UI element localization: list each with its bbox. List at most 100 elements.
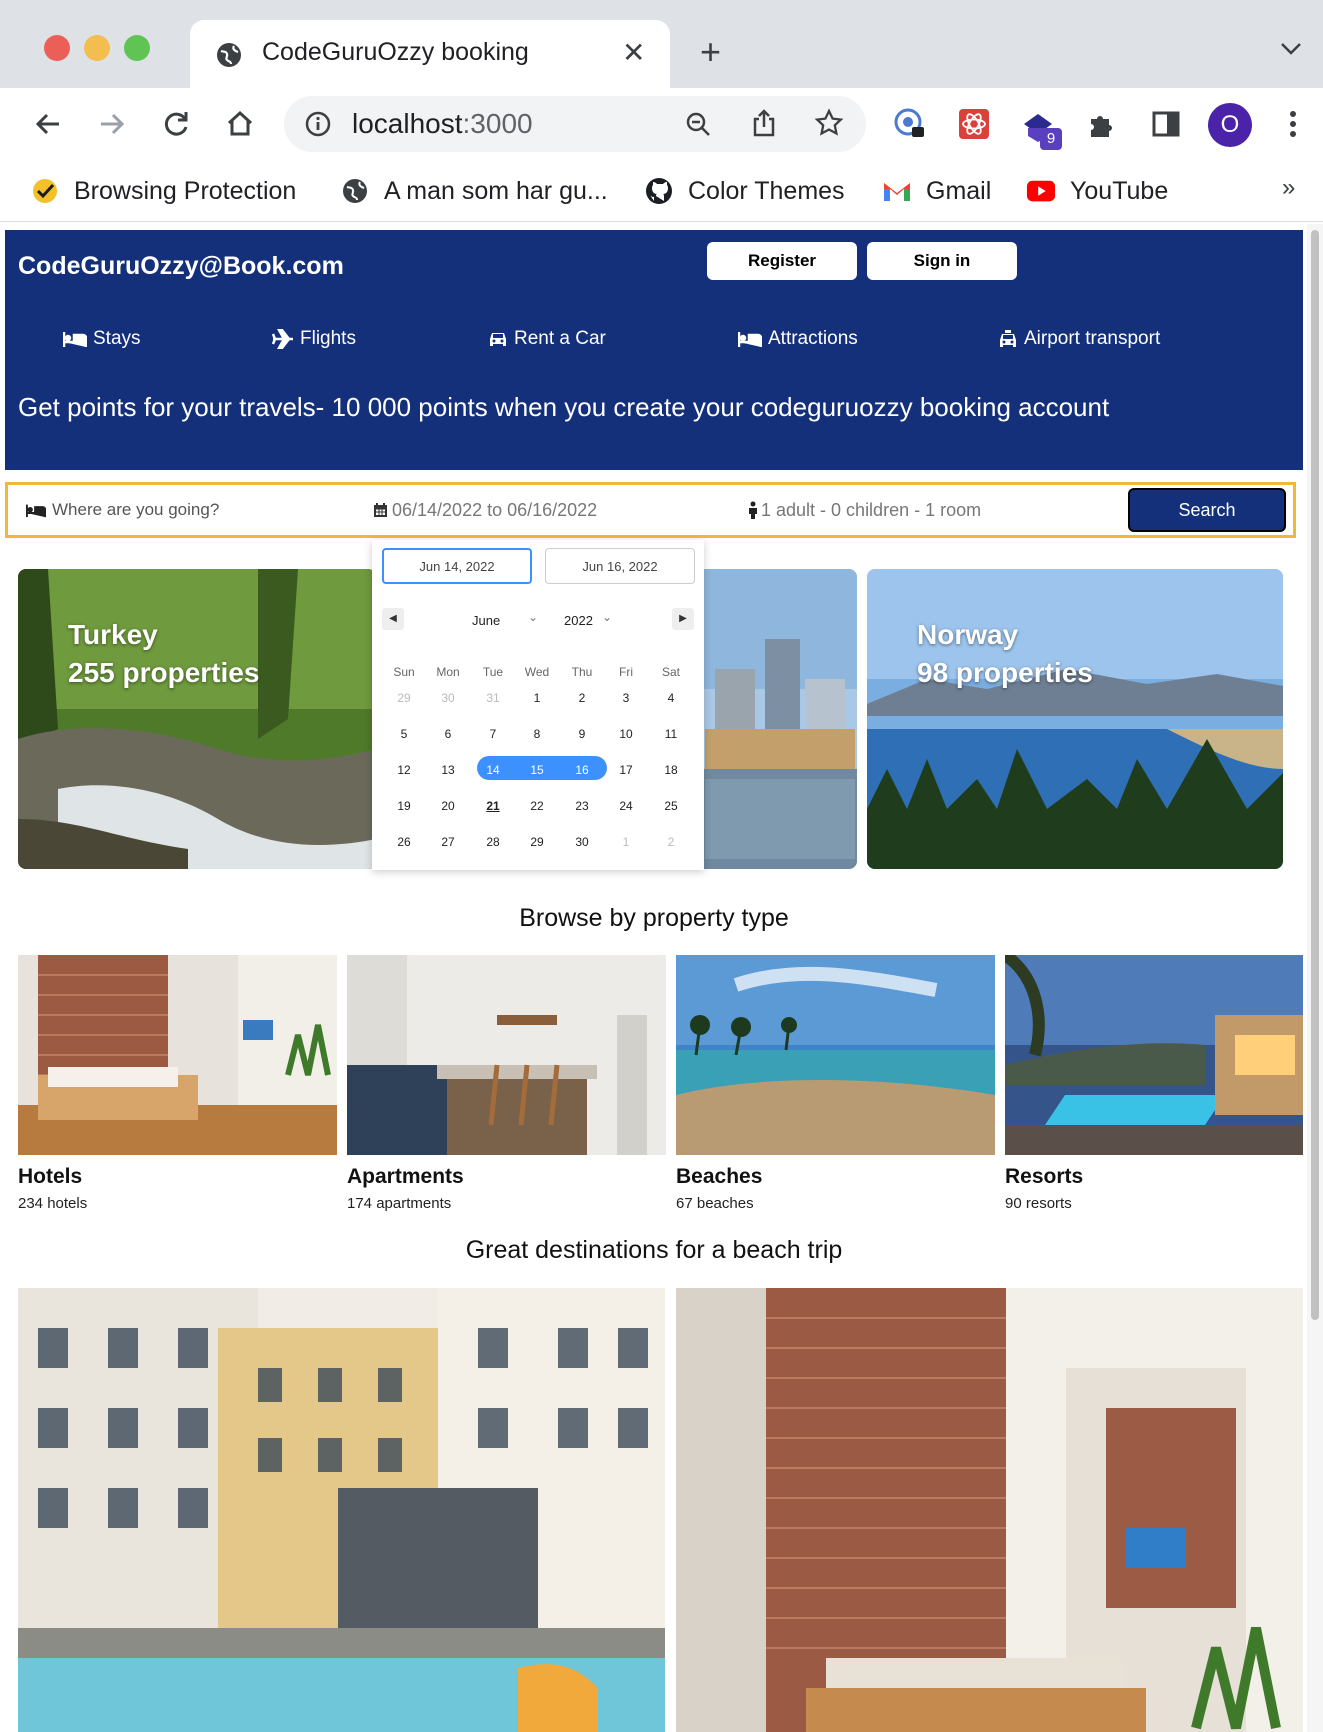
back-icon[interactable]: [30, 106, 66, 142]
calendar-day[interactable]: 16: [562, 758, 602, 782]
calendar-day[interactable]: 2: [562, 686, 602, 710]
home-icon[interactable]: [222, 106, 258, 142]
brick-room-image: [676, 1288, 1303, 1732]
signin-button[interactable]: Sign in: [867, 242, 1017, 280]
calendar-day[interactable]: 29: [517, 830, 557, 854]
calendar-day[interactable]: 27: [428, 830, 468, 854]
nav-attractions[interactable]: Attractions: [738, 328, 858, 350]
react-devtools-icon[interactable]: [956, 106, 992, 142]
featured-count: 255 properties: [68, 657, 260, 688]
calendar-day[interactable]: 10: [606, 722, 646, 746]
calendar-day[interactable]: 11: [651, 722, 691, 746]
calendar-day[interactable]: 6: [428, 722, 468, 746]
extension-lock-icon[interactable]: [892, 106, 928, 142]
nav-rent-a-car[interactable]: Rent a Car: [488, 328, 606, 350]
property-name: Beaches: [676, 1165, 763, 1188]
calendar-day[interactable]: 20: [428, 794, 468, 818]
calendar-day[interactable]: 24: [606, 794, 646, 818]
end-date-input[interactable]: Jun 16, 2022: [545, 548, 695, 584]
tab-active[interactable]: CodeGuruOzzy booking ✕: [190, 20, 670, 88]
side-panel-icon[interactable]: [1148, 106, 1184, 142]
calendar-day[interactable]: 28: [473, 830, 513, 854]
calendar-day[interactable]: 21: [473, 794, 513, 818]
start-date-input[interactable]: Jun 14, 2022: [382, 548, 532, 584]
search-button[interactable]: Search: [1128, 488, 1286, 532]
property-card-beaches[interactable]: Beaches 67 beaches: [676, 955, 995, 1212]
close-tab-icon[interactable]: ✕: [622, 36, 645, 69]
calendar-day[interactable]: 22: [517, 794, 557, 818]
calendar-day[interactable]: 4: [651, 686, 691, 710]
date-field[interactable]: 06/14/2022 to 06/16/2022: [373, 485, 597, 535]
featured-card-norway[interactable]: Norway 98 properties: [867, 569, 1283, 869]
bed-icon: [738, 332, 762, 347]
new-tab-icon[interactable]: +: [700, 34, 721, 70]
calendar-day[interactable]: 15: [517, 758, 557, 782]
calendar-day[interactable]: 8: [517, 722, 557, 746]
bookmark-a-man[interactable]: A man som har gu...: [340, 173, 608, 209]
scrollbar-thumb[interactable]: [1311, 230, 1319, 1320]
register-button[interactable]: Register: [707, 242, 857, 280]
maximize-window-button[interactable]: [124, 35, 150, 61]
calendar-day[interactable]: 5: [384, 722, 424, 746]
share-icon[interactable]: [750, 108, 778, 143]
close-window-button[interactable]: [44, 35, 70, 61]
nav-flights[interactable]: Flights: [272, 328, 356, 350]
beach-destination-card[interactable]: [676, 1288, 1303, 1732]
property-card-apartments[interactable]: Apartments 174 apartments: [347, 955, 666, 1212]
calendar-day[interactable]: 25: [651, 794, 691, 818]
destination-input[interactable]: Where are you going?: [52, 500, 219, 520]
apartments-image: [347, 955, 666, 1155]
profile-avatar[interactable]: O: [1208, 103, 1252, 147]
calendar-day[interactable]: 18: [651, 758, 691, 782]
month-select[interactable]: June: [472, 613, 500, 628]
calendar-day[interactable]: 3: [606, 686, 646, 710]
guests-field[interactable]: 1 adult - 0 children - 1 room: [748, 485, 981, 535]
menu-kebab-icon[interactable]: [1286, 106, 1300, 142]
nav-stays[interactable]: Stays: [63, 328, 141, 350]
calendar-day[interactable]: 17: [606, 758, 646, 782]
property-card-resorts[interactable]: Resorts 90 resorts: [1005, 955, 1303, 1212]
bookmark-browsing-protection[interactable]: Browsing Protection: [30, 173, 296, 209]
beach-destination-card[interactable]: [18, 1288, 665, 1732]
page-scrollbar[interactable]: [1307, 224, 1323, 1732]
redux-devtools-icon[interactable]: 9: [1018, 104, 1062, 152]
minimize-window-button[interactable]: [84, 35, 110, 61]
bookmark-color-themes[interactable]: Color Themes: [644, 173, 845, 209]
bookmark-gmail[interactable]: Gmail: [882, 173, 991, 209]
address-bar[interactable]: localhost:3000: [284, 96, 866, 152]
calendar-day[interactable]: 1: [517, 686, 557, 710]
more-bookmarks-icon[interactable]: »: [1282, 174, 1295, 202]
year-select[interactable]: 2022: [564, 613, 593, 628]
person-icon: [749, 501, 757, 519]
calendar-day: 1: [622, 835, 630, 849]
extensions-puzzle-icon[interactable]: [1084, 106, 1120, 142]
site-info-icon[interactable]: [304, 110, 332, 138]
calendar-day[interactable]: 26: [384, 830, 424, 854]
bookmark-label: Gmail: [926, 176, 992, 205]
bookmark-star-icon[interactable]: [814, 108, 844, 143]
nav-airport-transport[interactable]: Airport transport: [998, 328, 1160, 350]
nav-label: Attractions: [768, 328, 858, 349]
bookmark-youtube[interactable]: YouTube: [1026, 173, 1168, 209]
reload-icon[interactable]: [158, 106, 194, 142]
calendar-day[interactable]: 7: [473, 722, 513, 746]
zoom-icon[interactable]: [684, 110, 712, 143]
destination-field[interactable]: Where are you going?: [26, 485, 219, 535]
calendar-day[interactable]: 30: [562, 830, 602, 854]
tab-search-chevron-icon[interactable]: [1280, 42, 1302, 61]
prev-month-icon[interactable]: ◀: [382, 608, 404, 630]
featured-card-turkey[interactable]: Turkey 255 properties: [18, 569, 376, 869]
site-logo[interactable]: CodeGuruOzzy@Book.com: [18, 252, 344, 281]
calendar-day[interactable]: 23: [562, 794, 602, 818]
nav-label: Flights: [300, 328, 356, 349]
next-month-icon[interactable]: ▶: [672, 608, 694, 630]
forward-icon[interactable]: [94, 106, 130, 142]
calendar-day[interactable]: 12: [384, 758, 424, 782]
calendar-day[interactable]: 13: [428, 758, 468, 782]
featured-card-city[interactable]: [695, 569, 857, 869]
property-card-hotels[interactable]: Hotels 234 hotels: [18, 955, 337, 1212]
calendar-day[interactable]: 19: [384, 794, 424, 818]
plane-icon: [272, 329, 293, 349]
calendar-day[interactable]: 9: [562, 722, 602, 746]
calendar-day[interactable]: 14: [473, 758, 513, 782]
